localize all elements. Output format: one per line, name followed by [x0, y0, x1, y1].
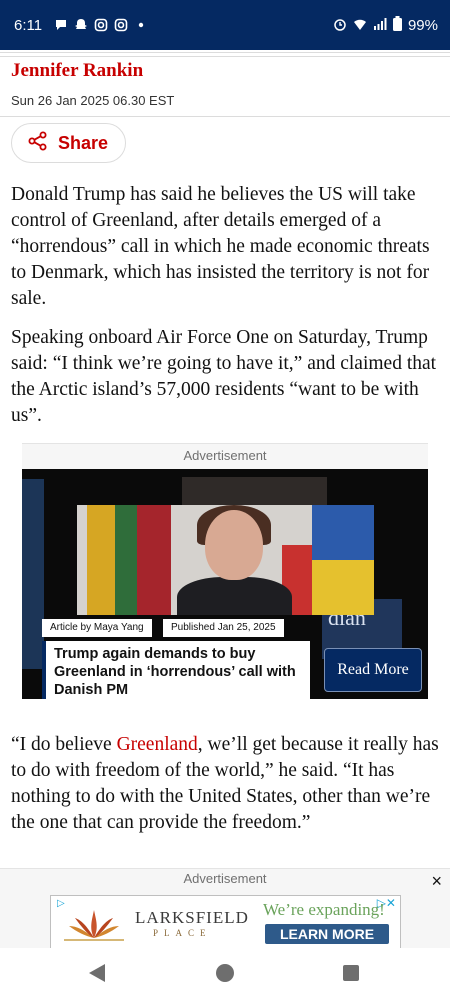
home-icon[interactable]	[216, 964, 234, 982]
share-button[interactable]: Share	[11, 123, 126, 163]
ad-brand-subtitle: PLACE	[153, 928, 212, 938]
dot-icon	[134, 18, 148, 35]
ad-author-tag: Article by Maya Yang	[42, 619, 152, 637]
back-icon[interactable]	[89, 964, 105, 982]
article-paragraph: Speaking onboard Air Force One on Saturd…	[11, 327, 437, 426]
divider	[0, 56, 450, 57]
article-paragraph: “I do believe Greenland, we’ll get becau…	[11, 732, 441, 836]
ad-creative[interactable]: dian Article by Maya Yang Published Jan …	[22, 469, 428, 699]
person-figure	[205, 510, 263, 580]
system-icons: 99%	[333, 16, 438, 35]
notification-icons	[54, 18, 148, 35]
article-paragraph: Donald Trump has said he believes the US…	[11, 184, 430, 309]
advertisement-label: Advertisement	[183, 871, 267, 886]
signal-icon	[373, 17, 387, 35]
close-ad-button[interactable]: ×	[431, 871, 442, 891]
ad-background-panel	[22, 479, 44, 669]
flag-stripe	[312, 505, 374, 560]
flag-stripe	[137, 505, 171, 615]
status-time: 6:11	[14, 17, 43, 34]
share-label: Share	[58, 132, 109, 153]
navigation-bar	[0, 948, 450, 1000]
publish-date: Sun 26 Jan 2025 06.30 EST	[11, 93, 175, 108]
flag-stripe	[312, 560, 374, 615]
learn-more-button[interactable]: LEARN MORE	[265, 924, 389, 944]
ad-banner[interactable]: ▷ ▷✕ LARKSFIELD PLACE We’re expanding! L…	[50, 895, 401, 949]
alarm-icon	[333, 17, 347, 35]
chat-icon	[54, 18, 68, 35]
divider	[0, 116, 450, 117]
recents-icon[interactable]	[343, 965, 359, 981]
instagram-icon	[114, 18, 128, 35]
ad-photo	[77, 505, 374, 615]
status-bar: 6:11 99%	[0, 0, 450, 50]
wifi-icon	[353, 17, 367, 35]
advertisement-label: Advertisement	[22, 443, 428, 469]
greenland-link[interactable]: Greenland	[117, 734, 198, 755]
ad-date-tag: Published Jan 25, 2025	[163, 619, 284, 637]
paragraph-text: “I do believe	[11, 734, 117, 755]
read-more-button[interactable]: Read More	[324, 648, 422, 692]
author-link[interactable]: Jennifer Rankin	[11, 60, 143, 82]
instagram-icon	[94, 18, 108, 35]
ad-headline[interactable]: Trump again demands to buy Greenland in …	[42, 641, 310, 699]
battery-icon	[392, 16, 402, 35]
inline-advertisement: Advertisement dian Article by Maya Yang …	[22, 443, 428, 699]
snapchat-icon	[74, 18, 88, 35]
bottom-advertisement: Advertisement × ▷ ▷✕ LARKSFIELD PLACE We…	[0, 868, 450, 949]
battery-percent: 99%	[407, 17, 438, 34]
divider	[0, 52, 450, 53]
person-figure	[177, 577, 292, 615]
ad-tagline: We’re expanding!	[263, 900, 385, 919]
share-icon	[28, 131, 48, 156]
ad-brand-name: LARKSFIELD	[135, 908, 249, 927]
